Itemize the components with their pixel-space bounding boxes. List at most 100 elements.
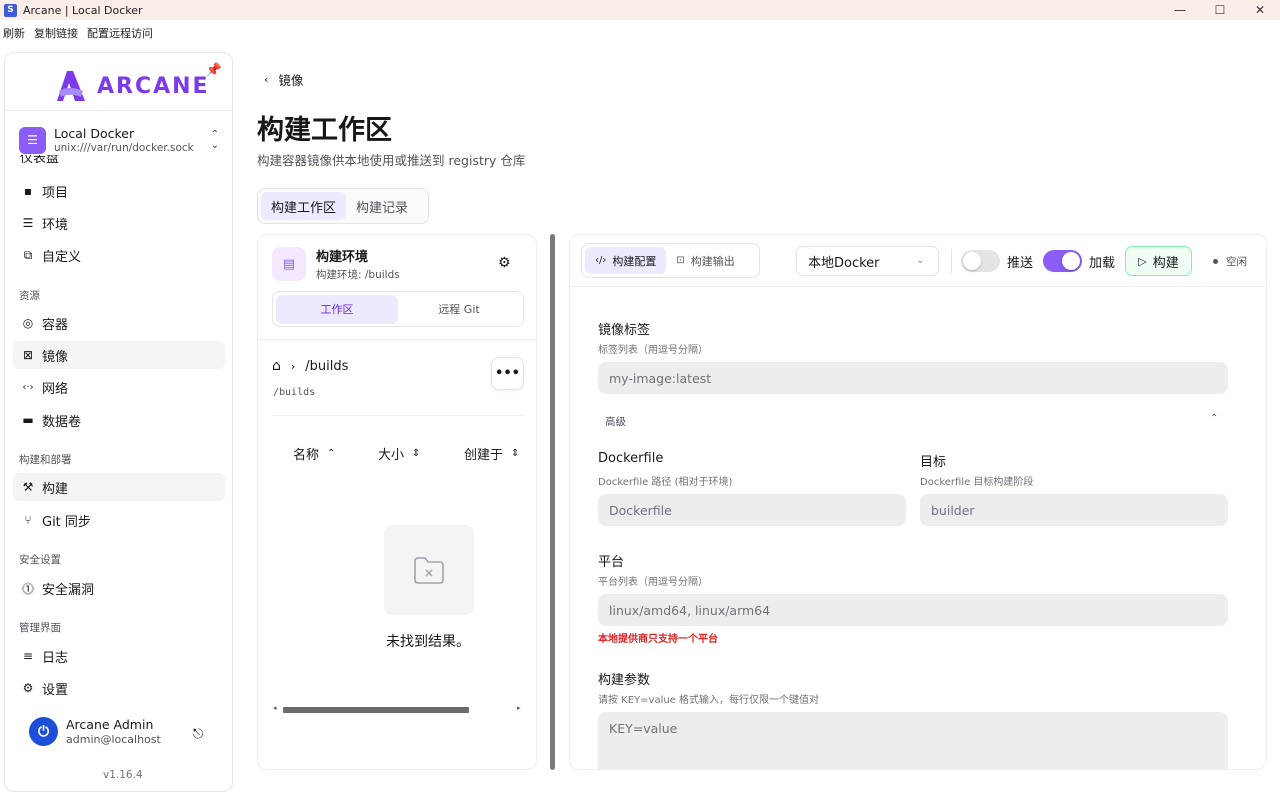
column-name[interactable]: 名称 ⌃ [293, 444, 335, 463]
build-args-label: 构建参数 [598, 673, 651, 688]
divider [951, 249, 952, 273]
target-input[interactable]: builder [920, 494, 1228, 526]
play-icon: ▷ [1138, 254, 1147, 268]
section-security: 安全设置 [19, 554, 61, 566]
sidebar-item-label: 环境 [42, 217, 69, 233]
panel-resize-handle[interactable] [550, 234, 555, 770]
sidebar-item-git-sync[interactable]: ⑂ Git 同步 [13, 506, 225, 534]
sidebar-item-volumes[interactable]: ▬ 数据卷 [13, 406, 225, 434]
sidebar-item-label: 安全漏洞 [42, 582, 95, 598]
provider-value: 本地Docker [808, 255, 880, 271]
sidebar-item-settings[interactable]: ⚙ 设置 [13, 674, 225, 702]
sidebar-item-dashboard[interactable]: 仪表盘 [20, 155, 220, 163]
scrollbar-thumb[interactable] [283, 707, 469, 713]
advanced-section-toggle[interactable]: 高级 [605, 414, 626, 429]
environment-socket: unix:///var/run/docker.sock [54, 142, 194, 154]
column-created[interactable]: 创建于 ⇕ [464, 444, 519, 463]
maximize-button[interactable]: ☐ [1200, 0, 1240, 20]
menu-copy-link[interactable]: 复制链接 [34, 25, 78, 41]
horizontal-scrollbar[interactable]: ◂ ▸ [273, 704, 523, 713]
chevron-up-icon[interactable]: ⌃ [1210, 413, 1218, 424]
pin-icon[interactable]: 📌 [206, 63, 222, 78]
push-label: 推送 [1007, 256, 1034, 271]
environment-switcher[interactable]: ☰ Local Docker unix:///var/run/docker.so… [19, 124, 219, 156]
column-label: 创建于 [464, 448, 504, 463]
tab-build-workspace[interactable]: 构建工作区 [261, 192, 347, 220]
sort-up-icon: ⌃ [327, 448, 336, 459]
config-output-tabs: ‹/› 构建配置 ⊡ 构建输出 [581, 243, 760, 278]
divider [258, 339, 536, 340]
more-options-button[interactable]: ••• [491, 357, 524, 390]
sidebar-item-projects[interactable]: ▪ 项目 [13, 177, 225, 205]
build-toolbar: ‹/› 构建配置 ⊡ 构建输出 本地Docker ⌄ 推送 加载 ▷ 构建 空闲 [570, 235, 1266, 287]
target-label: 目标 [920, 455, 947, 470]
logout-icon[interactable]: ⎋ [193, 727, 203, 742]
section-admin: 管理界面 [19, 622, 61, 634]
git-branch-icon: ⑂ [24, 513, 32, 527]
sort-icon: ⇕ [511, 448, 520, 459]
back-link[interactable]: ‹ 镜像 [264, 70, 303, 89]
load-toggle[interactable] [1043, 250, 1082, 272]
sidebar-item-vulnerabilities[interactable]: ⓵ 安全漏洞 [13, 574, 225, 602]
menu-remote-access[interactable]: 配置远程访问 [87, 25, 153, 41]
target-hint: Dockerfile 目标构建阶段 [920, 477, 1034, 488]
tags-hint: 标签列表（用逗号分隔） [598, 345, 708, 356]
column-label: 大小 [378, 448, 405, 463]
seg-remote-git[interactable]: 远程 Git [398, 295, 520, 324]
platform-input[interactable]: linux/amd64, linux/arm64 [598, 594, 1228, 626]
customize-icon: ⧉ [23, 247, 33, 262]
column-size[interactable]: 大小 ⇕ [378, 444, 420, 463]
close-button[interactable]: ✕ [1240, 0, 1280, 20]
tab-build-output[interactable]: ⊡ 构建输出 [666, 247, 744, 274]
sidebar-item-build[interactable]: ⚒ 构建 [13, 473, 225, 501]
tags-input[interactable]: my-image:latest [598, 362, 1228, 394]
build-args-textarea[interactable]: KEY=value [598, 712, 1228, 769]
environment-name: Local Docker [54, 126, 135, 141]
section-resources: 资源 [19, 290, 40, 302]
brand-logo[interactable]: ARCANE [53, 69, 210, 103]
sidebar-item-custom[interactable]: ⧉ 自定义 [13, 241, 225, 269]
sidebar-item-networks[interactable]: ‹·› 网络 [13, 373, 225, 401]
sidebar-item-containers[interactable]: ◎ 容器 [13, 309, 225, 337]
settings-gear-icon[interactable]: ⚙ [498, 255, 511, 271]
status-dot-icon [1213, 259, 1218, 264]
breadcrumb-current[interactable]: /builds [305, 359, 348, 374]
folder-x-icon [414, 557, 444, 584]
empty-state-text: 未找到结果。 [386, 634, 470, 650]
sidebar-item-environments[interactable]: ☰ 环境 [13, 209, 225, 237]
dockerfile-hint: Dockerfile 路径 (相对于环境) [598, 477, 733, 488]
page-tabs: 构建工作区 构建记录 [257, 188, 429, 224]
dockerfile-input[interactable]: Dockerfile [598, 494, 906, 526]
sidebar-item-label: 自定义 [42, 249, 82, 265]
sidebar-item-label: 日志 [42, 650, 69, 666]
build-button[interactable]: ▷ 构建 [1125, 246, 1192, 276]
hammer-icon: ⚒ [22, 480, 34, 494]
build-args-hint: 请按 KEY=value 格式输入，每行仅限一个键值对 [598, 695, 820, 706]
seg-workspace[interactable]: 工作区 [276, 294, 398, 324]
build-env-title: 构建环境 [316, 250, 369, 265]
minimize-button[interactable]: — [1160, 0, 1200, 20]
folder-icon: ▪ [23, 184, 33, 198]
load-label: 加载 [1089, 256, 1116, 271]
window-title: Arcane | Local Docker [23, 3, 143, 17]
provider-select[interactable]: 本地Docker ⌄ [796, 246, 939, 276]
build-config-panel: ‹/› 构建配置 ⊡ 构建输出 本地Docker ⌄ 推送 加载 ▷ 构建 空闲 镜… [569, 234, 1267, 770]
user-profile[interactable]: ⏻ Arcane Admin admin@localhost [29, 717, 161, 746]
scroll-right-arrow[interactable]: ▸ [517, 704, 521, 712]
sidebar-item-images[interactable]: ⊠ 镜像 [13, 341, 225, 369]
push-toggle[interactable] [961, 250, 1000, 272]
menu-refresh[interactable]: 刷新 [3, 25, 25, 41]
section-build-deploy: 构建和部署 [19, 454, 72, 466]
status-text: 空闲 [1226, 256, 1247, 268]
current-path: /builds [273, 387, 316, 398]
sidebar-item-label: 构建 [42, 481, 69, 497]
empty-state-illustration [384, 525, 474, 615]
tab-build-config[interactable]: ‹/› 构建配置 [585, 247, 667, 274]
avatar: ⏻ [29, 717, 58, 746]
home-icon[interactable]: ⌂ [272, 358, 281, 374]
chevron-left-icon: ‹ [264, 73, 269, 86]
scroll-left-arrow[interactable]: ◂ [273, 704, 277, 712]
tab-build-history[interactable]: 构建记录 [346, 192, 418, 220]
user-email: admin@localhost [66, 733, 161, 746]
sidebar-item-logs[interactable]: ≡ 日志 [13, 642, 225, 670]
